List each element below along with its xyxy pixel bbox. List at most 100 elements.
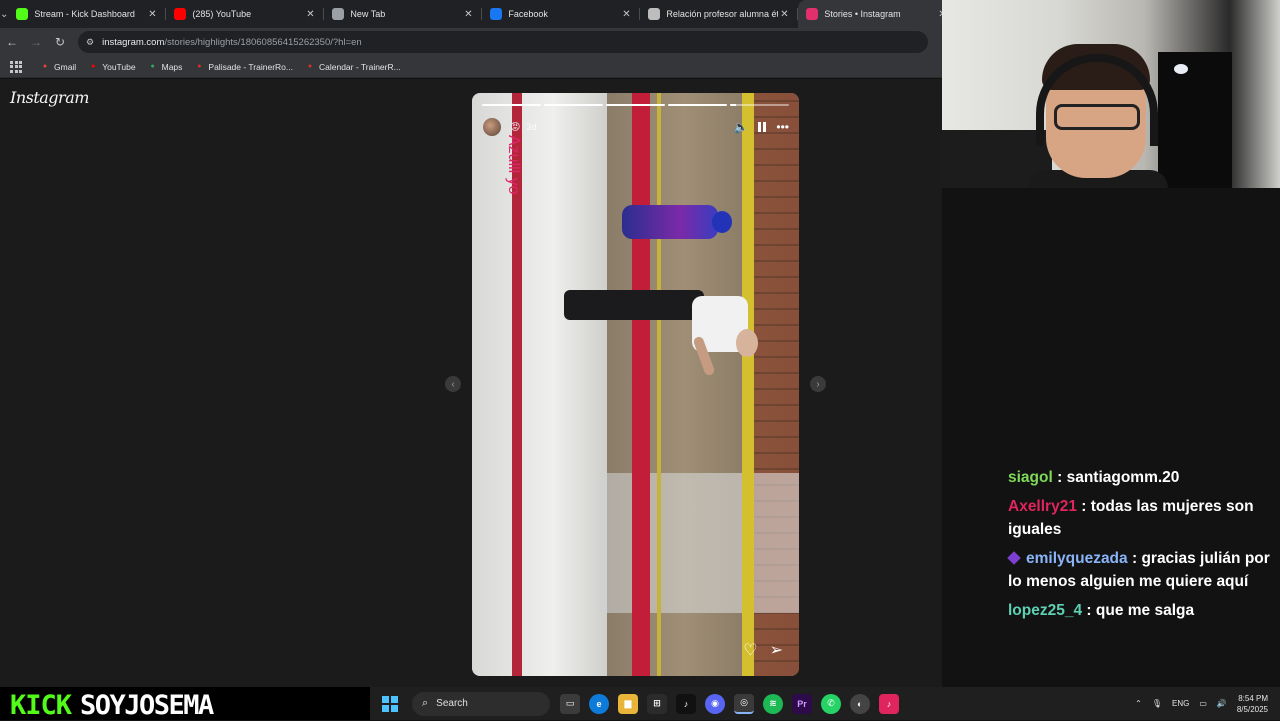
webcam-background-light xyxy=(1174,64,1188,74)
tab-search-button[interactable]: ⌄ xyxy=(0,0,8,28)
tab-1[interactable]: (285) YouTube ✕ xyxy=(166,0,325,28)
taskbar-clock[interactable]: 8:54 PM 8/5/2025 xyxy=(1237,693,1268,715)
send-icon[interactable]: ➢ xyxy=(770,640,783,660)
progress-fill xyxy=(730,104,736,106)
clock-date: 8/5/2025 xyxy=(1236,704,1268,714)
close-tab-icon[interactable]: ✕ xyxy=(778,9,790,20)
chat-text: santiagomm.20 xyxy=(1066,469,1180,486)
previous-story-button[interactable]: ‹ xyxy=(445,376,461,392)
close-tab-icon[interactable]: ✕ xyxy=(620,9,632,20)
heart-icon[interactable]: ♡ xyxy=(743,640,757,660)
bookmark-item[interactable]: ● Gmail xyxy=(40,62,76,72)
taskbar-search-label: Search xyxy=(436,698,468,709)
pause-icon[interactable] xyxy=(758,122,767,132)
site-info-icon[interactable]: ⚙ xyxy=(86,37,94,48)
close-tab-icon[interactable]: ✕ xyxy=(146,9,158,20)
tiktok-studio-icon[interactable]: ♪ xyxy=(879,693,899,714)
bookmark-item[interactable]: ● Maps xyxy=(148,61,183,72)
back-button[interactable]: ← xyxy=(0,28,24,56)
address-bar[interactable]: ⚙ instagram.com/stories/highlights/18060… xyxy=(78,31,928,53)
story-header: 😡 3d 🔈 ••• xyxy=(482,115,789,139)
tab-title: Stories • Instagram xyxy=(824,9,901,19)
story-person-legs xyxy=(564,290,704,320)
premiere-icon[interactable]: Pr xyxy=(792,693,812,714)
webcam-feed xyxy=(942,0,1280,188)
store-icon[interactable]: ⊞ xyxy=(647,693,667,714)
chrome-icon xyxy=(332,8,345,20)
bookmark-item[interactable]: ● YouTube xyxy=(88,62,136,72)
taskbar-apps: ▭ e ▆ ⊞ ♪ ◉ ◎ ≋ Pr ✆ ◐ ♪ xyxy=(560,693,899,714)
progress-fill xyxy=(482,104,541,106)
tab-title: New Tab xyxy=(350,9,386,19)
tab-5[interactable]: Stories • Instagram✕ xyxy=(798,0,957,28)
chat-text: que me salga xyxy=(1095,602,1195,619)
story-person-head xyxy=(736,329,758,357)
url-path: /stories/highlights/18060856415262350/?h… xyxy=(164,36,362,48)
volume-icon[interactable]: 🔊 xyxy=(1217,699,1227,708)
more-options-icon[interactable]: ••• xyxy=(776,120,789,134)
tab-title: Relación profesor alumna ética xyxy=(666,9,779,19)
tab-3[interactable]: Facebook ✕ xyxy=(482,0,641,28)
apps-grid-icon[interactable] xyxy=(10,60,22,73)
bookmark-item[interactable]: ● Calendar - TrainerR... xyxy=(305,62,401,72)
bookmark-label: Calendar - TrainerR... xyxy=(318,61,401,72)
story-viewer[interactable]: Azulll yo 😡 3d 🔈 ••• ♡ ➢ xyxy=(472,93,799,676)
chat-separator: : xyxy=(1082,602,1096,619)
mute-icon[interactable]: 🔈 xyxy=(733,120,748,134)
story-image-window xyxy=(600,473,799,613)
gmail-icon: ● xyxy=(42,63,48,70)
forward-button[interactable]: → xyxy=(24,28,48,56)
file-explorer-icon[interactable]: ▆ xyxy=(618,693,638,714)
chat-username: Axellry21 xyxy=(1008,498,1077,515)
windows-start-icon[interactable] xyxy=(382,695,398,712)
obs-icon[interactable]: ◐ xyxy=(850,693,870,714)
task-view-icon[interactable]: ▭ xyxy=(560,693,580,714)
chat-username: lopez25_4 xyxy=(1008,602,1083,619)
reload-button[interactable]: ↻ xyxy=(48,28,72,56)
story-wrestler xyxy=(622,205,718,239)
network-icon[interactable]: ▭ xyxy=(1199,699,1207,708)
tab-title: Stream - Kick Dashboard xyxy=(34,9,135,19)
avatar[interactable] xyxy=(482,117,502,137)
close-tab-icon[interactable]: ✕ xyxy=(462,9,474,20)
bookmarks-bar: ● Gmail ● YouTube ● Maps ● Palisade - TrainerRo… xyxy=(0,56,942,78)
spotify-icon[interactable]: ≋ xyxy=(763,693,783,714)
close-tab-icon[interactable]: ✕ xyxy=(304,9,316,20)
browser-toolbar: ← → ↻ ⚙ instagram.com/stories/highlights… xyxy=(0,28,942,56)
search-icon: ⌕ xyxy=(422,697,429,709)
chevron-up-icon[interactable]: ⌃ xyxy=(1135,699,1142,708)
bookmark-label: Maps xyxy=(161,61,183,72)
chat-separator: : xyxy=(1076,498,1091,515)
tab-2[interactable]: New Tab ✕ xyxy=(324,0,483,28)
whatsapp-icon[interactable]: ✆ xyxy=(821,693,841,714)
tab-0[interactable]: Stream - Kick Dashboard ✕ xyxy=(8,0,167,28)
microphone-icon[interactable]: 🎙 xyxy=(1152,699,1162,708)
system-tray: ⌃ 🎙 ENG ▭ 🔊 8:54 PM 8/5/2025 xyxy=(1135,693,1280,715)
chrome-icon[interactable]: ◎ xyxy=(734,693,754,714)
trainer-icon: ● xyxy=(197,63,202,70)
stream-chat: siagol : santiagomm.20 Axellry21 : todas … xyxy=(1007,466,1272,628)
trainer-icon: ● xyxy=(307,63,313,70)
bookmark-item[interactable]: ● Palisade - TrainerRo... xyxy=(194,62,293,72)
highlight-emoji-icon: 😡 xyxy=(510,121,521,133)
discord-icon[interactable]: ◉ xyxy=(705,693,725,714)
chatgpt-icon xyxy=(648,8,661,20)
progress-segment xyxy=(482,104,541,106)
story-rope-red xyxy=(632,93,650,676)
next-story-button[interactable]: › xyxy=(810,376,826,392)
tab-title: Facebook xyxy=(508,9,548,19)
tiktok-icon[interactable]: ♪ xyxy=(676,693,696,714)
taskbar-search[interactable]: ⌕ Search xyxy=(412,691,550,716)
language-indicator[interactable]: ENG xyxy=(1172,699,1189,708)
instagram-logo[interactable]: Instagram xyxy=(10,88,89,107)
edge-icon[interactable]: e xyxy=(589,693,609,714)
story-controls: 🔈 ••• xyxy=(733,120,789,134)
tab-4[interactable]: Relación profesor alumna ética ✕ xyxy=(640,0,799,28)
maps-icon: ● xyxy=(150,63,155,70)
story-timestamp: 3d xyxy=(526,122,537,132)
chat-username: siagol xyxy=(1008,469,1053,486)
bookmark-label: Palisade - TrainerRo... xyxy=(208,61,293,72)
progress-segment xyxy=(606,104,665,106)
chat-username: emilyquezada xyxy=(1026,550,1128,567)
story-progress-bar xyxy=(482,104,789,106)
